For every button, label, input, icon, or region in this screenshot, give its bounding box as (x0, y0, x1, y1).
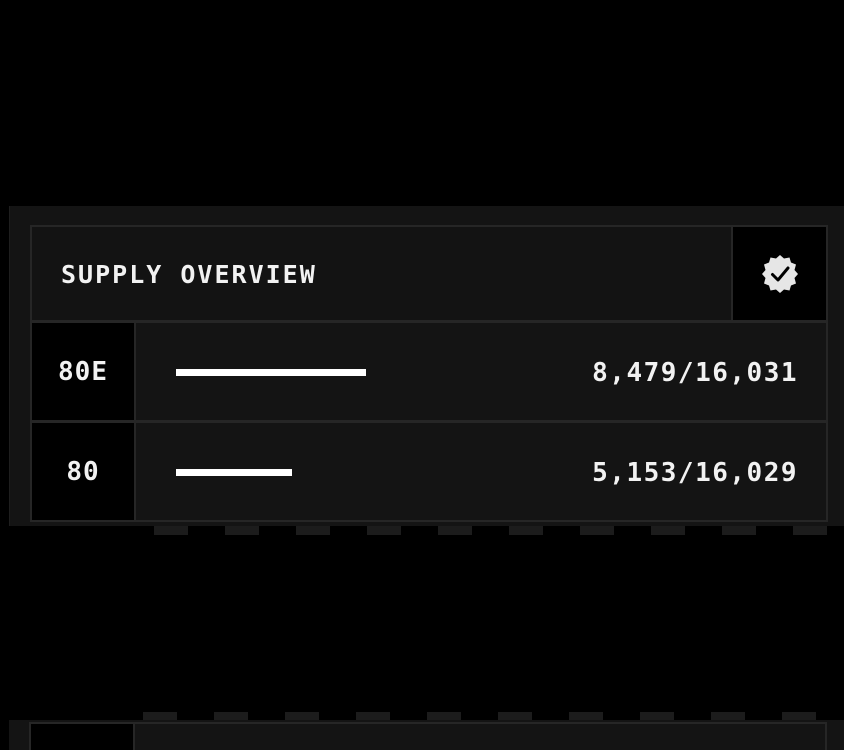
next-panel-label-cell (29, 722, 135, 750)
next-panel-main-cell (133, 722, 827, 750)
decorative-dash (225, 526, 259, 535)
progress-bar (176, 369, 536, 376)
panel-header: SUPPLY OVERVIEW (30, 225, 828, 322)
panel-title: SUPPLY OVERVIEW (61, 260, 317, 289)
row-label: 80 (30, 421, 136, 522)
verified-check-icon (761, 254, 798, 293)
row-supply-value: 5,153/16,029 (592, 458, 798, 488)
decorative-dash (296, 526, 330, 535)
row-supply-value: 8,479/16,031 (592, 358, 798, 388)
supply-row: 80 5,153/16,029 (30, 421, 828, 522)
progress-bar-fill (176, 369, 366, 376)
row-main: 8,479/16,031 (134, 321, 828, 422)
decorative-dash (793, 526, 827, 535)
progress-bar (176, 469, 536, 476)
verified-badge (731, 225, 828, 322)
decorative-dash (722, 526, 756, 535)
stage: SUPPLY OVERVIEW 80E 8,479/16,031 80 5,15… (0, 0, 844, 750)
decorative-dash (367, 526, 401, 535)
supply-row: 80E 8,479/16,031 (30, 321, 828, 422)
decorative-dash (580, 526, 614, 535)
supply-overview-panel: SUPPLY OVERVIEW 80E 8,479/16,031 80 5,15… (9, 206, 844, 526)
decorative-dash (438, 526, 472, 535)
decorative-dash-strip (12, 526, 844, 535)
row-label: 80E (30, 321, 136, 422)
next-panel (9, 720, 844, 750)
progress-bar-fill (176, 469, 292, 476)
decorative-dash (154, 526, 188, 535)
decorative-dash (509, 526, 543, 535)
decorative-dash (651, 526, 685, 535)
row-main: 5,153/16,029 (134, 421, 828, 522)
panel-inner: SUPPLY OVERVIEW 80E 8,479/16,031 80 5,15… (30, 225, 828, 525)
